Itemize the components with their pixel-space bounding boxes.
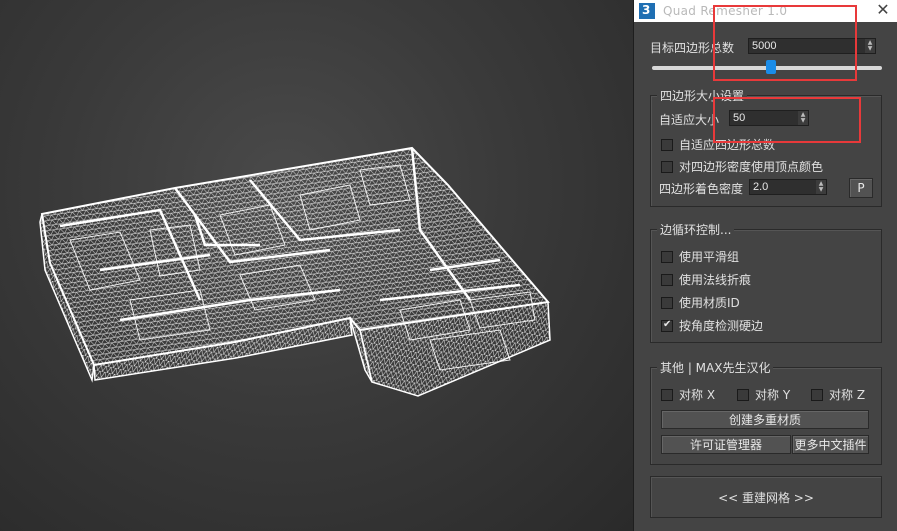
symmetry-x[interactable]: 对称 X: [661, 386, 715, 403]
checkbox[interactable]: [811, 388, 823, 401]
checkbox[interactable]: [661, 160, 673, 173]
checkbox[interactable]: [661, 296, 673, 309]
option-label: 按角度检测硬边: [679, 319, 764, 333]
p-button[interactable]: P: [849, 178, 873, 198]
option-vertex-color-density[interactable]: 对四边形密度使用顶点颜色: [661, 158, 823, 175]
license-manager-button[interactable]: 许可证管理器: [661, 435, 791, 454]
rebuild-mesh-button[interactable]: << 重建网格 >>: [650, 476, 882, 518]
adaptive-size-label: 自适应大小: [659, 113, 720, 127]
density-spinner[interactable]: 2.0 ▲ ▼: [749, 179, 827, 195]
3dsmax-app-icon: [639, 3, 655, 19]
create-multi-material-button[interactable]: 创建多重材质: [661, 410, 869, 429]
highlight-box-target-count: [713, 5, 857, 81]
option-label: 对称 Y: [755, 388, 791, 402]
checkbox[interactable]: [737, 388, 749, 401]
option-material-id[interactable]: 使用材质ID: [661, 294, 740, 311]
density-value[interactable]: 2.0: [750, 181, 816, 193]
spinner-arrows-icon[interactable]: ▲ ▼: [865, 39, 875, 53]
option-label: 使用材质ID: [679, 296, 740, 310]
more-plugins-button[interactable]: 更多中文插件: [792, 435, 869, 454]
option-label: 使用法线折痕: [679, 273, 752, 287]
close-icon[interactable]: ✕: [874, 1, 892, 19]
spinner-arrows-icon[interactable]: ▲ ▼: [816, 180, 826, 194]
option-smoothing-groups[interactable]: 使用平滑组: [661, 248, 739, 265]
other-group: 其他 | MAX先生汉化 对称 X 对称 Y 对称 Z 创建多重材质 许可证管理…: [650, 359, 882, 465]
wireframe-mesh: [39, 146, 551, 397]
symmetry-y[interactable]: 对称 Y: [737, 386, 790, 403]
option-label: 对四边形密度使用顶点颜色: [679, 160, 824, 174]
checkbox[interactable]: [661, 388, 673, 401]
option-label: 对称 X: [679, 388, 716, 402]
option-normal-creases[interactable]: 使用法线折痕: [661, 271, 751, 288]
option-detect-hard-edges[interactable]: 按角度检测硬边: [661, 317, 763, 334]
edge-loop-group: 边循环控制... 使用平滑组 使用法线折痕 使用材质ID 按角度检测硬边: [650, 221, 882, 343]
checkbox[interactable]: [661, 273, 673, 286]
checkbox[interactable]: [661, 250, 673, 263]
other-group-title: 其他 | MAX先生汉化: [657, 359, 774, 376]
checkbox-checked[interactable]: [661, 319, 673, 332]
density-label: 四边形着色密度: [659, 182, 744, 196]
3d-viewport[interactable]: [0, 0, 633, 531]
option-label: 使用平滑组: [679, 250, 740, 264]
symmetry-z[interactable]: 对称 Z: [811, 386, 865, 403]
option-label: 对称 Z: [829, 388, 866, 402]
edge-loop-group-title: 边循环控制...: [657, 221, 735, 238]
highlight-box-adaptive-size: [713, 97, 861, 143]
checkbox[interactable]: [661, 138, 673, 151]
